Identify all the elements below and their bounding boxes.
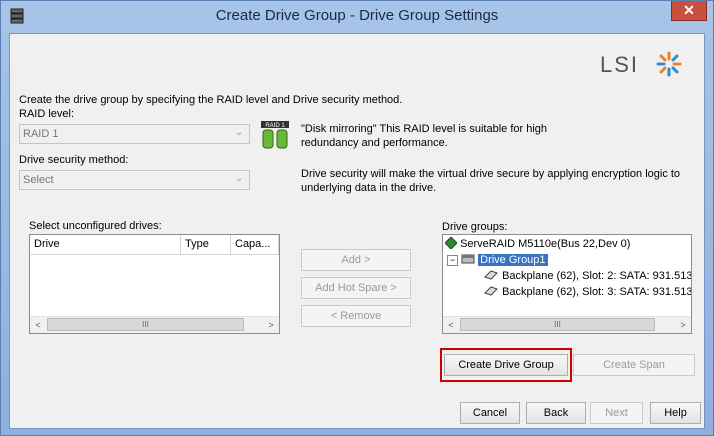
back-button[interactable]: Back <box>526 402 586 424</box>
title-bar[interactable]: Create Drive Group - Drive Group Setting… <box>1 1 713 33</box>
drive-group-label: Drive Group1 <box>478 254 548 266</box>
drive-icon <box>484 270 498 280</box>
drive-security-value: Select <box>23 174 54 186</box>
collapse-icon[interactable]: − <box>447 255 458 266</box>
unconfigured-drives-label: Select unconfigured drives: <box>29 220 162 232</box>
remove-button[interactable]: < Remove <box>301 305 411 327</box>
tree-drive-node[interactable]: Backplane (62), Slot: 2: SATA: 931.513 <box>483 268 692 284</box>
intro-text: Create the drive group by specifying the… <box>19 94 403 106</box>
tree-drive-node[interactable]: Backplane (62), Slot: 3: SATA: 931.513 <box>483 284 692 300</box>
drive-icon <box>484 286 498 296</box>
drive-security-select[interactable]: Select ⌄ <box>19 170 250 190</box>
raid-level-label: RAID level: <box>19 108 75 120</box>
scroll-thumb[interactable]: III <box>47 318 244 331</box>
drive-security-label: Drive security method: <box>19 154 129 166</box>
drive-label: Backplane (62), Slot: 2: SATA: 931.513 <box>502 270 692 282</box>
next-button[interactable]: Next <box>590 402 643 424</box>
drive-group-icon <box>461 254 475 264</box>
scroll-right-icon[interactable]: > <box>263 317 279 333</box>
close-button[interactable]: ✕ <box>671 1 707 21</box>
drive-groups-tree[interactable]: ServeRAID M5110e(Bus 22,Dev 0) − Drive G… <box>442 234 692 334</box>
security-description-line2: underlying data in the drive. <box>301 182 437 194</box>
raid-level-value: RAID 1 <box>23 128 59 140</box>
raid-description-line1: "Disk mirroring" This RAID level is suit… <box>301 123 548 135</box>
window-title: Create Drive Group - Drive Group Setting… <box>215 7 499 24</box>
lsi-logo: LSI <box>600 50 690 78</box>
logo-text: LSI <box>600 52 640 77</box>
scroll-thumb[interactable]: III <box>460 318 655 331</box>
create-span-button[interactable]: Create Span <box>573 354 695 376</box>
column-type[interactable]: Type <box>181 235 231 255</box>
security-description-line1: Drive security will make the virtual dri… <box>301 168 681 180</box>
lsi-starburst-icon <box>656 51 682 77</box>
scroll-left-icon[interactable]: < <box>443 317 459 333</box>
dialog-window: Create Drive Group - Drive Group Setting… <box>0 0 714 436</box>
help-button[interactable]: Help <box>650 402 701 424</box>
drive-groups-label: Drive groups: <box>442 221 508 233</box>
raid-level-select[interactable]: RAID 1 ⌄ <box>19 124 250 144</box>
controller-label: ServeRAID M5110e(Bus 22,Dev 0) <box>460 238 631 250</box>
raid1-icon: RAID 1 <box>261 121 289 149</box>
raid1-badge-text: RAID 1 <box>265 123 285 129</box>
add-button[interactable]: Add > <box>301 249 411 271</box>
create-drive-group-button[interactable]: Create Drive Group <box>444 354 568 376</box>
dialog-client-area: LSI Create the drive group by specifying… <box>9 33 705 429</box>
drive-label: Backplane (62), Slot: 3: SATA: 931.513 <box>502 286 692 298</box>
horizontal-scrollbar[interactable]: < III > <box>30 316 279 333</box>
raid-description-line2: redundancy and performance. <box>301 137 448 149</box>
scroll-left-icon[interactable]: < <box>30 317 46 333</box>
add-hot-spare-button[interactable]: Add Hot Spare > <box>301 277 411 299</box>
cancel-button[interactable]: Cancel <box>460 402 520 424</box>
column-drive[interactable]: Drive <box>30 235 181 255</box>
chevron-down-icon: ⌄ <box>235 173 244 184</box>
horizontal-scrollbar[interactable]: < III > <box>443 316 691 333</box>
chevron-down-icon: ⌄ <box>235 127 244 138</box>
scroll-right-icon[interactable]: > <box>675 317 691 333</box>
unconfigured-drives-list[interactable]: Drive Type Capa... < III > <box>29 234 280 334</box>
tree-drive-group-node[interactable]: − Drive Group1 <box>447 252 548 268</box>
tree-controller-node[interactable]: ServeRAID M5110e(Bus 22,Dev 0) <box>444 236 631 252</box>
column-capacity[interactable]: Capa... <box>231 235 279 255</box>
controller-icon <box>444 236 458 250</box>
